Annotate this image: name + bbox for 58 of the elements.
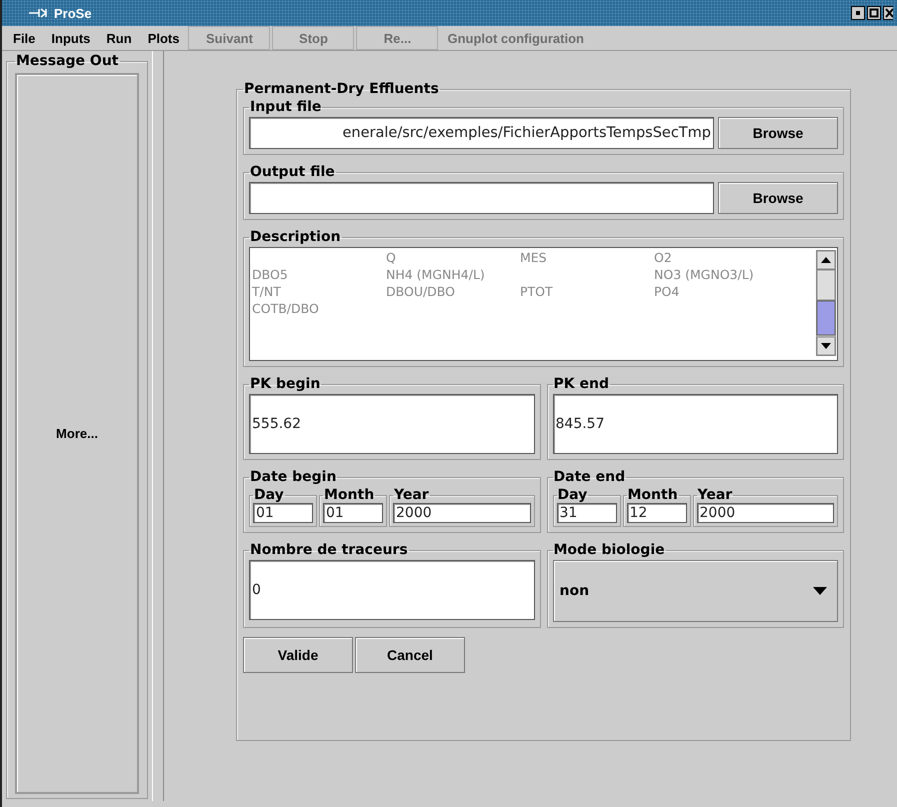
input-field[interactable]: 555.62 (249, 394, 534, 454)
dropdown[interactable]: non (552, 560, 838, 622)
panel-title: Message Out (15, 53, 120, 69)
input-field[interactable]: 2000 (393, 503, 530, 523)
group-label: PK end (552, 376, 610, 392)
group-label: Nombre de traceurs (249, 542, 409, 558)
input-field[interactable]: 01 (253, 503, 313, 523)
group-label: Date end (552, 469, 626, 485)
form-button[interactable]: Cancel (355, 637, 465, 673)
description-text: COTB/DBO (252, 300, 320, 317)
maximize-icon[interactable] (867, 6, 881, 20)
menu-item[interactable]: Inputs (44, 30, 98, 46)
more-button[interactable]: More... (15, 73, 139, 794)
group-label: Year (696, 487, 734, 503)
description-text: NO3 (MGNO3/L) (654, 266, 755, 283)
menu-item[interactable]: Plots (140, 30, 186, 46)
caret-icon (813, 587, 827, 595)
input-field[interactable]: 0 (249, 560, 534, 620)
description-text: DBOU/DBO (386, 283, 456, 300)
group-label: Description (249, 229, 342, 245)
group-label: Month (626, 487, 679, 503)
split-divider[interactable] (152, 51, 164, 801)
input-field[interactable]: 31 (556, 503, 616, 523)
app-icon (28, 8, 50, 18)
input-field[interactable]: 01 (323, 503, 383, 523)
browse-button[interactable]: Browse (718, 182, 838, 214)
group-label: Year (393, 487, 430, 503)
browse-button[interactable]: Browse (718, 117, 838, 149)
description-text: DBO5 (252, 266, 289, 283)
close-icon[interactable] (883, 6, 893, 20)
input-field[interactable] (249, 182, 714, 214)
description-text: NH4 (MGNH4/L) (386, 266, 486, 283)
input-field[interactable]: 12 (626, 503, 686, 523)
group-label: Date begin (249, 469, 338, 485)
form-title: Permanent-Dry Effluents (243, 81, 440, 97)
input-field[interactable]: 2000 (696, 503, 834, 523)
group-label: Day (556, 487, 588, 503)
description-text: Q (386, 249, 397, 266)
menu-item[interactable]: File (6, 30, 42, 46)
description-text: PTOT (520, 283, 554, 300)
text-area[interactable]: Q MES O2 DBO5 NH4 (MGNH4/L) NO3 (MGNO3/L) T/NT DBOU/DBO PTOT PO4 COTB/DBO (249, 247, 838, 361)
group-label: PK begin (249, 376, 322, 392)
group-label: Input file (249, 99, 322, 115)
form-button[interactable]: Valide (243, 637, 353, 673)
description-text: O2 (654, 249, 673, 266)
description-text: PO4 (654, 283, 680, 300)
scrollbar[interactable] (816, 250, 836, 356)
group-label: Month (323, 487, 376, 503)
group-label: Output file (249, 164, 336, 180)
description-text: MES (520, 249, 548, 266)
input-field[interactable]: enerale/src/exemples/FichierApportsTempsSecTmp (249, 117, 714, 149)
minimize-icon[interactable] (851, 6, 865, 20)
input-field[interactable]: 845.57 (552, 394, 838, 454)
menu-item[interactable]: Run (99, 30, 139, 46)
window-title: ProSe (54, 6, 92, 20)
group-label: Day (253, 487, 285, 503)
description-text: T/NT (252, 283, 282, 300)
group-label: Mode biologie (552, 542, 666, 558)
